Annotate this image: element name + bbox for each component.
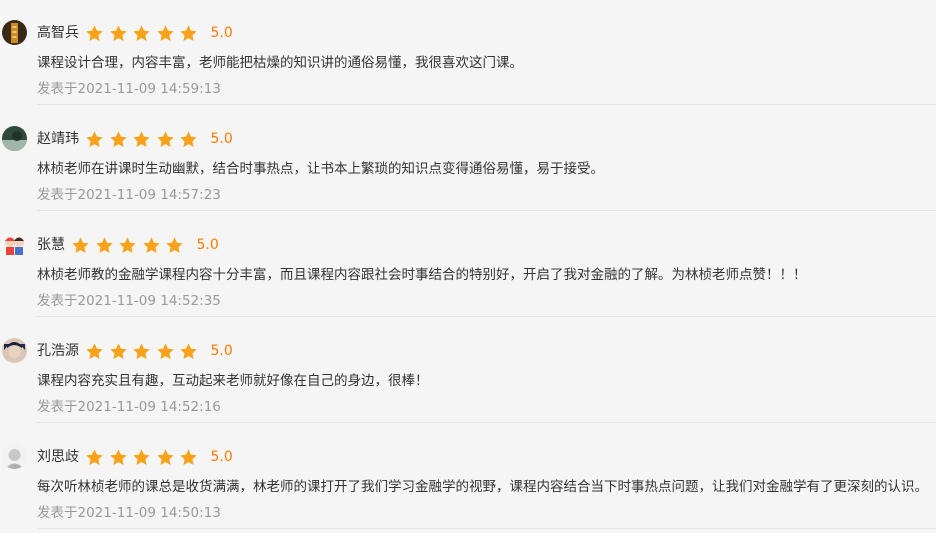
reviewer-name: 孔浩源 bbox=[37, 343, 79, 359]
reviewer-name: 赵靖玮 bbox=[37, 131, 79, 147]
star-icon bbox=[156, 130, 174, 147]
star-icon bbox=[180, 130, 197, 147]
star-icon bbox=[72, 236, 89, 253]
rating-score: 5.0 bbox=[210, 449, 233, 465]
star-icon bbox=[156, 448, 174, 465]
review-time: 发表于2021-11-09 14:57:23 bbox=[37, 187, 221, 203]
avatar[interactable] bbox=[2, 338, 27, 363]
rating-stars bbox=[85, 342, 203, 361]
divider bbox=[37, 104, 936, 105]
star-icon bbox=[119, 236, 136, 253]
star-icon bbox=[109, 24, 127, 41]
reviewer-name: 刘思歧 bbox=[37, 449, 79, 465]
divider bbox=[37, 422, 936, 423]
review-list: 高智兵 5.0 课程设计合理，内容丰富，老师能把枯燥的知识讲的通俗易懂，我很喜欢… bbox=[0, 0, 936, 533]
review-time: 发表于2021-11-09 14:50:13 bbox=[37, 505, 221, 521]
rating-score: 5.0 bbox=[210, 131, 233, 147]
star-icon bbox=[95, 236, 113, 253]
review-time: 发表于2021-11-09 14:52:16 bbox=[37, 399, 221, 415]
star-icon bbox=[86, 130, 103, 147]
star-icon bbox=[109, 130, 127, 147]
avatar[interactable] bbox=[2, 20, 27, 45]
reviewer-name: 张慧 bbox=[37, 237, 65, 253]
star-icon bbox=[133, 448, 150, 465]
rating-score: 5.0 bbox=[210, 343, 233, 359]
star-icon bbox=[166, 236, 183, 253]
review-item: 张慧 5.0 林桢老师教的金融学课程内容十分丰富，而且课程内容跟社会时事结合的特… bbox=[0, 212, 936, 318]
star-icon bbox=[156, 342, 174, 359]
review-item: 赵靖玮 5.0 林桢老师在讲课时生动幽默，结合时事热点，让书本上繁琐的知识点变得… bbox=[0, 106, 936, 212]
review-content: 林桢老师在讲课时生动幽默，结合时事热点，让书本上繁琐的知识点变得通俗易懂，易于接… bbox=[37, 161, 604, 177]
rating-stars bbox=[85, 130, 203, 149]
review-content: 课程设计合理，内容丰富，老师能把枯燥的知识讲的通俗易懂，我很喜欢这门课。 bbox=[37, 55, 523, 71]
review-content: 林桢老师教的金融学课程内容十分丰富，而且课程内容跟社会时事结合的特别好，开启了我… bbox=[37, 267, 807, 283]
reviewer-name: 高智兵 bbox=[37, 25, 79, 41]
avatar[interactable] bbox=[2, 126, 27, 151]
review-content: 每次听林桢老师的课总是收货满满，林老师的课打开了我们学习金融学的视野，课程内容结… bbox=[37, 479, 928, 495]
star-icon bbox=[86, 448, 103, 465]
divider bbox=[37, 316, 936, 317]
star-icon bbox=[86, 24, 103, 41]
star-icon bbox=[133, 130, 150, 147]
star-icon bbox=[109, 448, 127, 465]
star-icon bbox=[133, 342, 150, 359]
star-icon bbox=[133, 24, 150, 41]
avatar[interactable] bbox=[2, 232, 27, 257]
divider bbox=[37, 528, 936, 529]
review-time: 发表于2021-11-09 14:52:35 bbox=[37, 293, 221, 309]
review-time: 发表于2021-11-09 14:59:13 bbox=[37, 81, 221, 97]
divider bbox=[37, 210, 936, 211]
avatar[interactable] bbox=[2, 444, 27, 469]
rating-score: 5.0 bbox=[210, 25, 233, 41]
star-icon bbox=[86, 342, 103, 359]
star-icon bbox=[142, 236, 160, 253]
rating-score: 5.0 bbox=[196, 237, 219, 253]
star-icon bbox=[109, 342, 127, 359]
review-content: 课程内容充实且有趣，互动起来老师就好像在自己的身边，很棒！ bbox=[37, 373, 429, 389]
star-icon bbox=[180, 342, 197, 359]
review-item: 刘思歧 5.0 每次听林桢老师的课总是收货满满，林老师的课打开了我们学习金融学的… bbox=[0, 424, 936, 530]
review-item: 孔浩源 5.0 课程内容充实且有趣，互动起来老师就好像在自己的身边，很棒！ 发表… bbox=[0, 318, 936, 424]
rating-stars bbox=[71, 236, 189, 255]
star-icon bbox=[180, 448, 197, 465]
star-icon bbox=[180, 24, 197, 41]
star-icon bbox=[156, 24, 174, 41]
review-item: 高智兵 5.0 课程设计合理，内容丰富，老师能把枯燥的知识讲的通俗易懂，我很喜欢… bbox=[0, 0, 936, 106]
rating-stars bbox=[85, 448, 203, 467]
rating-stars bbox=[85, 24, 203, 43]
